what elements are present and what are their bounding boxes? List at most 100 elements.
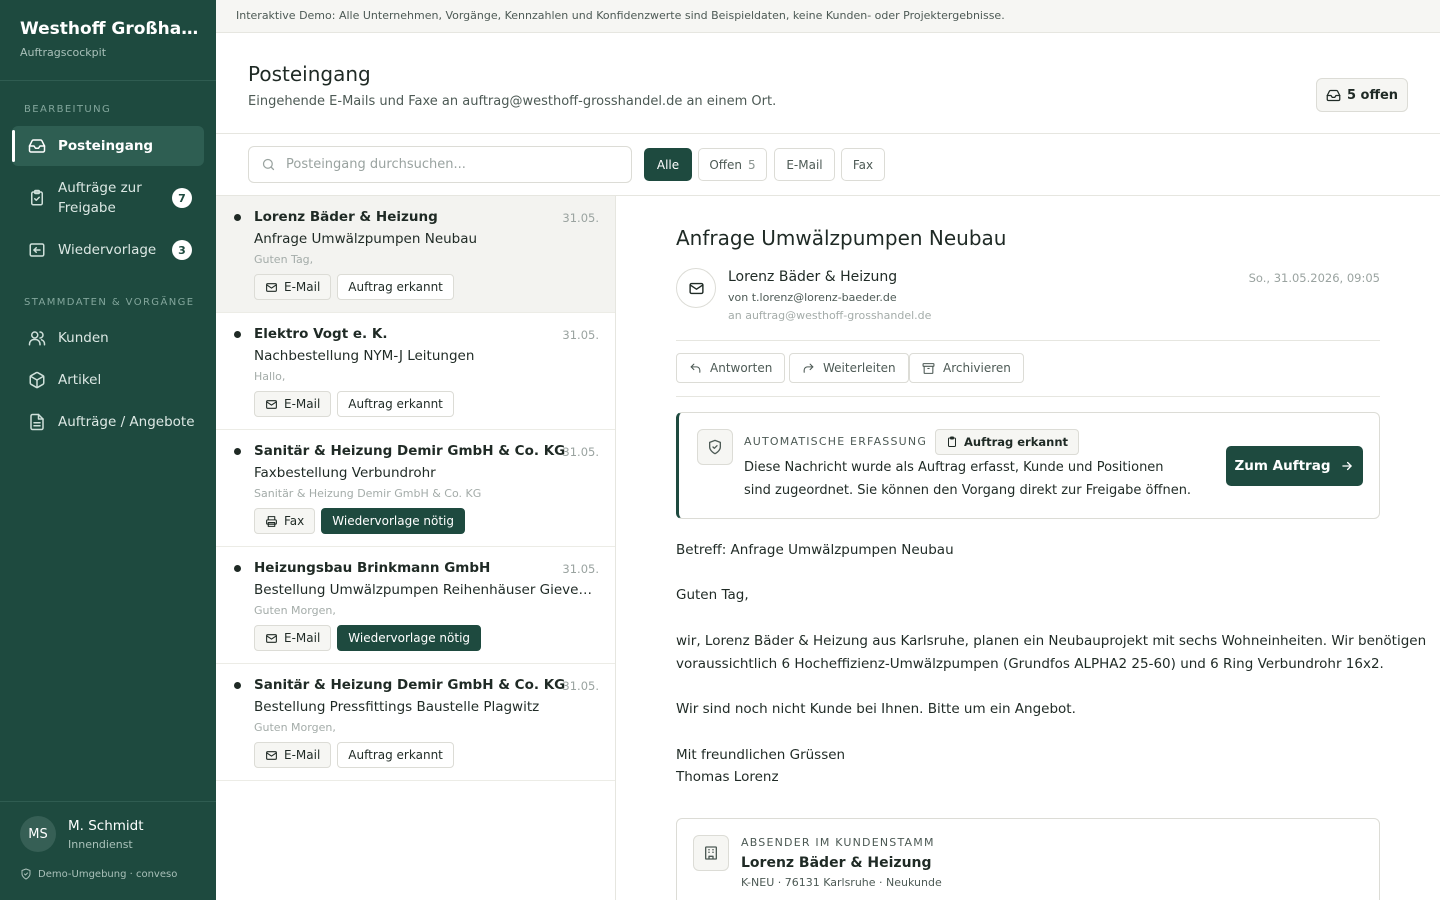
message-date: 31.05.	[562, 328, 599, 342]
detail-sender-address: von t.lorenz@lorenz-baeder.de	[728, 291, 897, 304]
list-item[interactable]: Lorenz Bäder & Heizung 31.05. Anfrage Um…	[216, 196, 615, 313]
printer-icon	[265, 515, 278, 528]
sidebar-item-label: Wiedervorlage	[58, 242, 157, 258]
sidebar-item-label: Aufträge / Angebote	[58, 414, 195, 430]
channel-tag: E-Mail	[254, 274, 332, 300]
reply-button[interactable]: Antworten	[676, 353, 786, 383]
message-preview: Sanitär & Heizung Demir GmbH & Co. KG	[254, 487, 482, 500]
list-item[interactable]: Sanitär & Heizung Demir GmbH & Co. KG 31…	[216, 664, 615, 781]
unread-dot	[234, 448, 241, 455]
sender-email: t.lorenz@lorenz-baeder.de	[751, 291, 897, 304]
section-label-edit: BEARBEITUNG	[24, 104, 112, 115]
shield-icon	[20, 868, 32, 880]
capture-text: Diese Nachricht wurde als Auftrag erfass…	[744, 460, 1192, 498]
mail-body-line: Betreff: Anfrage Umwälzpumpen Neubau	[676, 542, 954, 558]
mail-icon	[265, 632, 278, 645]
channel-label: E-Mail	[284, 631, 321, 645]
search-icon	[261, 157, 276, 172]
environment-note: Demo-Umgebung · conveso	[20, 868, 177, 880]
message-date: 31.05.	[562, 445, 599, 459]
document-icon	[28, 413, 46, 431]
search-box[interactable]	[248, 146, 632, 183]
unread-dot	[234, 565, 241, 572]
unread-dot	[234, 214, 241, 221]
archive-icon	[922, 362, 935, 375]
sidebar-divider	[0, 80, 216, 81]
status-badge: Auftrag erkannt	[337, 274, 454, 300]
filter-alle[interactable]: Alle	[644, 148, 692, 181]
section-label-master: STAMMDATEN & VORGÄNGE	[24, 297, 195, 308]
detail-divider	[676, 340, 1380, 341]
users-icon	[28, 329, 46, 347]
user-profile[interactable]: MS M. Schmidt Innendienst	[20, 816, 144, 852]
filter-fax[interactable]: Fax	[841, 148, 885, 181]
mail-body-line: wir, Lorenz Bäder & Heizung aus Karlsruh…	[676, 633, 1427, 649]
inbox-icon	[1326, 88, 1341, 103]
sidebar-item-label-line2: Freigabe	[58, 200, 116, 216]
page-subtitle: Eingehende E-Mails und Faxe an auftrag@w…	[248, 94, 777, 109]
brand: Westhoff Großhan... Auftragscockpit	[20, 19, 210, 59]
forward-button[interactable]: Weiterleiten	[789, 353, 909, 383]
auto-capture-card: AUTOMATISCHE ERFASSUNG Auftrag erkannt D…	[676, 412, 1380, 519]
forward-label: Weiterleiten	[823, 361, 896, 375]
building-icon	[693, 835, 729, 871]
sidebar-item-auftraege-freigabe[interactable]: Aufträge zur Freigabe 7	[12, 176, 204, 220]
reply-box-icon	[28, 241, 46, 259]
reply-icon	[689, 362, 702, 375]
list-item[interactable]: Heizungsbau Brinkmann GmbH 31.05. Bestel…	[216, 547, 615, 664]
count-badge: 7	[172, 188, 192, 208]
sidebar: Westhoff Großhan... Auftragscockpit BEAR…	[0, 0, 216, 900]
message-subject: Nachbestellung NYM-J Leitungen	[254, 348, 475, 364]
demo-banner: Interaktive Demo: Alle Unternehmen, Vorg…	[216, 0, 1440, 33]
channel-label: E-Mail	[284, 397, 321, 411]
open-order-button[interactable]: Zum Auftrag	[1226, 446, 1363, 486]
message-subject: Anfrage Umwälzpumpen Neubau	[254, 231, 478, 247]
sidebar-item-auftraege-angebote[interactable]: Aufträge / Angebote	[12, 402, 204, 442]
filter-offen[interactable]: Offen 5	[698, 148, 767, 181]
status-badge: Wiedervorlage nötig	[337, 625, 482, 651]
avatar: MS	[20, 816, 56, 852]
message-sender: Sanitär & Heizung Demir GmbH & Co. KG	[254, 443, 566, 459]
sidebar-item-posteingang[interactable]: Posteingang	[12, 126, 204, 166]
detail-sender-name: Lorenz Bäder & Heizung	[728, 269, 898, 285]
sidebar-item-artikel[interactable]: Artikel	[12, 360, 204, 400]
detail-divider	[676, 396, 1380, 397]
search-input[interactable]	[286, 157, 606, 172]
mail-body-line: Wir sind noch nicht Kunde bei Ihnen. Bit…	[676, 701, 1076, 717]
sidebar-divider	[0, 801, 216, 802]
app-title: Westhoff Großhan...	[20, 19, 200, 39]
list-item[interactable]: Sanitär & Heizung Demir GmbH & Co. KG 31…	[216, 430, 615, 547]
capture-badge-label: Auftrag erkannt	[964, 435, 1069, 449]
open-count-button[interactable]: 5 offen	[1316, 78, 1408, 112]
archive-button[interactable]: Archivieren	[909, 353, 1024, 383]
sidebar-item-label: Aufträge zur Freigabe	[58, 178, 142, 218]
message-preview: Guten Morgen,	[254, 604, 336, 617]
sidebar-item-label: Kunden	[58, 330, 109, 346]
list-item[interactable]: Elektro Vogt e. K. 31.05. Nachbestellung…	[216, 313, 615, 430]
channel-label: E-Mail	[284, 280, 321, 294]
message-sender: Heizungsbau Brinkmann GmbH	[254, 560, 491, 576]
channel-tag: E-Mail	[254, 391, 332, 417]
filter-label: Offen	[709, 157, 743, 172]
filter-email[interactable]: E-Mail	[774, 148, 835, 181]
status-badge: Wiedervorlage nötig	[321, 508, 465, 534]
from-prefix: von	[728, 291, 749, 304]
mail-icon	[265, 749, 278, 762]
sidebar-item-kunden[interactable]: Kunden	[12, 318, 204, 358]
detail-datetime: So., 31.05.2026, 09:05	[1248, 271, 1380, 285]
message-date: 31.05.	[562, 211, 599, 225]
open-order-label: Zum Auftrag	[1234, 458, 1331, 474]
message-preview: Guten Morgen,	[254, 721, 336, 734]
message-list: Lorenz Bäder & Heizung 31.05. Anfrage Um…	[216, 196, 616, 900]
status-badge: Auftrag erkannt	[337, 391, 454, 417]
archive-label: Archivieren	[943, 361, 1011, 375]
message-date: 31.05.	[562, 679, 599, 693]
customer-card[interactable]: ABSENDER IM KUNDENSTAMM Lorenz Bäder & H…	[676, 818, 1380, 900]
filter-count: 5	[748, 157, 756, 172]
mail-icon	[265, 398, 278, 411]
sidebar-item-wiedervorlage[interactable]: Wiedervorlage 3	[12, 230, 204, 270]
mail-body-line: Thomas Lorenz	[676, 769, 779, 785]
clipboard-check-icon	[28, 189, 46, 207]
reply-label: Antworten	[710, 361, 773, 375]
channel-label: E-Mail	[284, 748, 321, 762]
